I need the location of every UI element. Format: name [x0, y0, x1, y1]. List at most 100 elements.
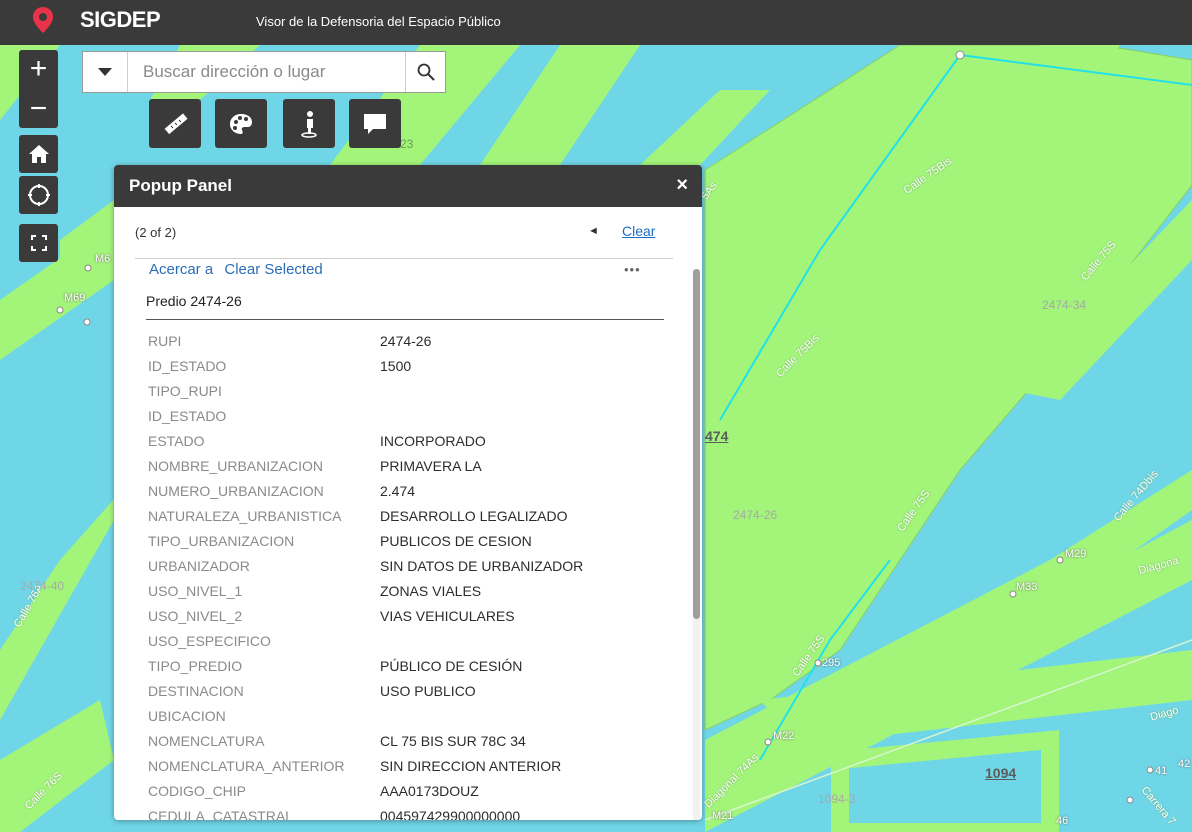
attribute-key: TIPO_PREDIO	[148, 657, 243, 674]
zoom-in-button[interactable]: +	[19, 50, 58, 88]
clear-selected-link[interactable]: Clear Selected	[224, 261, 322, 278]
attribute-value: CL 75 BIS SUR 78C 34	[380, 732, 526, 749]
attribute-row: NOMENCLATURA_ANTERIOR SIN DIRECCION ANTER…	[148, 753, 668, 778]
search-button[interactable]	[405, 52, 445, 92]
map-label-marker: M33	[1016, 581, 1038, 593]
attribute-key: NOMENCLATURA_ANTERIOR	[148, 757, 345, 774]
attribute-key: NATURALEZA_URBANISTICA	[148, 507, 342, 524]
attribute-value: VIAS VEHICULARES	[380, 607, 515, 624]
attribute-row: TIPO_URBANIZACION PUBLICOS DE CESION	[148, 528, 668, 553]
attribute-row: ESTADO INCORPORADO	[148, 428, 668, 453]
attribute-row: ID_ESTADO	[148, 403, 668, 428]
attribute-value: ZONAS VIALES	[380, 582, 482, 599]
attribute-row: USO_ESPECIFICO	[148, 628, 668, 653]
zoom-to-link[interactable]: Acercar a	[149, 261, 213, 278]
attribute-key: NOMENCLATURA	[148, 732, 265, 749]
attribute-row: CODIGO_CHIP AAA0173DOUZ	[148, 778, 668, 803]
popup-feature-counter: (2 of 2)	[135, 225, 177, 240]
attribute-value: PÚBLICO DE CESIÓN	[380, 657, 523, 674]
app-title: SIGDEP	[80, 7, 161, 32]
attribute-value: AAA0173DOUZ	[380, 782, 479, 799]
map-label-parcel: 2474-34	[1042, 298, 1087, 312]
attribute-row: ID_ESTADO 1500	[148, 353, 668, 378]
attribute-key: UBICACION	[148, 707, 226, 724]
attribute-key: URBANIZADOR	[148, 557, 250, 574]
streetview-icon	[301, 110, 317, 138]
map-label-parcel: 2474-26	[733, 508, 778, 522]
map-label-marker: M6	[95, 253, 111, 265]
attribute-value	[380, 628, 668, 653]
more-options-button[interactable]: •••	[624, 262, 641, 277]
attribute-key: USO_NIVEL_1	[148, 582, 243, 599]
attribute-key: ID_ESTADO	[148, 357, 227, 374]
map-label-marker: M21	[712, 810, 734, 822]
attribute-key: CODIGO_CHIP	[148, 782, 247, 799]
fullscreen-button[interactable]	[19, 224, 58, 262]
attribute-value: SIN DIRECCION ANTERIOR	[380, 757, 562, 774]
popup-actions: Acercar a Clear Selected	[149, 261, 330, 278]
clear-link[interactable]: Clear	[622, 223, 655, 239]
attribute-row: NOMBRE_URBANIZACION PRIMAVERA LA	[148, 453, 668, 478]
attribute-value: PRIMAVERA LA	[380, 457, 482, 474]
locate-button[interactable]	[19, 176, 58, 214]
popup-body: (2 of 2) ◄ Clear Acercar a Clear Selecte…	[114, 207, 702, 820]
attribute-row: URBANIZADOR SIN DATOS DE URBANIZADOR	[148, 553, 668, 578]
attribute-row: UBICACION	[148, 703, 668, 728]
divider	[146, 319, 664, 320]
attribute-row: NATURALEZA_URBANISTICA DESARROLLO LEGALIZ…	[148, 503, 668, 528]
scrollbar[interactable]	[693, 269, 700, 820]
attribute-key: TIPO_URBANIZACION	[148, 532, 295, 549]
map-label-marker: 41	[1155, 765, 1168, 777]
feature-title: Predio 2474-26	[146, 293, 242, 309]
map-label-marker: M22	[773, 730, 795, 742]
comment-icon	[364, 113, 386, 134]
home-button[interactable]	[19, 135, 58, 173]
attribute-key: TIPO_RUPI	[148, 382, 222, 399]
previous-feature-button[interactable]: ◄	[588, 225, 599, 237]
zoom-control: + −	[19, 50, 58, 128]
popup-panel: Popup Panel × (2 of 2) ◄ Clear Acercar a…	[114, 165, 702, 820]
map-pin-icon	[33, 7, 53, 33]
attribute-row: USO_NIVEL_2 VIAS VEHICULARES	[148, 603, 668, 628]
attribute-key: USO_NIVEL_2	[148, 607, 243, 624]
map-label-urbanization: 1094	[985, 765, 1017, 781]
attribute-key: ESTADO	[148, 432, 205, 449]
draw-tool-button[interactable]	[215, 99, 267, 148]
streetview-tool-button[interactable]	[283, 99, 335, 148]
attribute-value	[380, 703, 668, 728]
scrollbar-thumb[interactable]	[693, 269, 700, 619]
attribute-key: ID_ESTADO	[148, 407, 227, 424]
attribute-value: PUBLICOS DE CESION	[380, 532, 532, 549]
attribute-key: NOMBRE_URBANIZACION	[148, 457, 324, 474]
map-label-marker: 42	[1178, 758, 1191, 770]
attribute-value: DESARROLLO LEGALIZADO	[380, 507, 568, 524]
app-subtitle: Visor de la Defensoria del Espacio Públi…	[256, 14, 501, 29]
attribute-value: INCORPORADO	[380, 432, 486, 449]
map-label-parcel: 2474-40	[20, 579, 65, 593]
attribute-row: RUPI 2474-26	[148, 328, 668, 353]
map-label-parcel: 1094-3	[818, 792, 856, 806]
attribute-value: 2.474	[380, 482, 416, 499]
attribute-key: USO_ESPECIFICO	[148, 632, 271, 649]
search-source-dropdown[interactable]	[83, 52, 128, 92]
comment-tool-button[interactable]	[349, 99, 401, 148]
app-header: SIGDEP Visor de la Defensoria del Espaci…	[0, 0, 1192, 45]
palette-icon	[230, 113, 252, 134]
attribute-key: NUMERO_URBANIZACION	[148, 482, 324, 499]
attribute-row: NUMERO_URBANIZACION 2.474	[148, 478, 668, 503]
locate-icon	[27, 184, 50, 206]
measure-tool-button[interactable]	[149, 99, 201, 148]
attribute-key: DESTINACION	[148, 682, 244, 699]
attribute-key: CEDULA_CATASTRAL	[148, 807, 293, 821]
attribute-value: 004597429900000000	[380, 807, 521, 821]
search-box	[82, 51, 446, 93]
home-icon	[28, 145, 49, 163]
popup-close-button[interactable]: ×	[676, 174, 688, 197]
attribute-value	[380, 378, 668, 403]
attribute-table: RUPI 2474-26 ID_ESTADO 1500 TIPO_RUPI ID_ESTA…	[148, 328, 668, 821]
zoom-out-button[interactable]: −	[19, 90, 58, 128]
attribute-value: USO PUBLICO	[380, 682, 476, 699]
map-label-urbanization: 474	[705, 428, 729, 444]
search-input[interactable]	[129, 52, 405, 92]
attribute-value	[380, 403, 668, 428]
